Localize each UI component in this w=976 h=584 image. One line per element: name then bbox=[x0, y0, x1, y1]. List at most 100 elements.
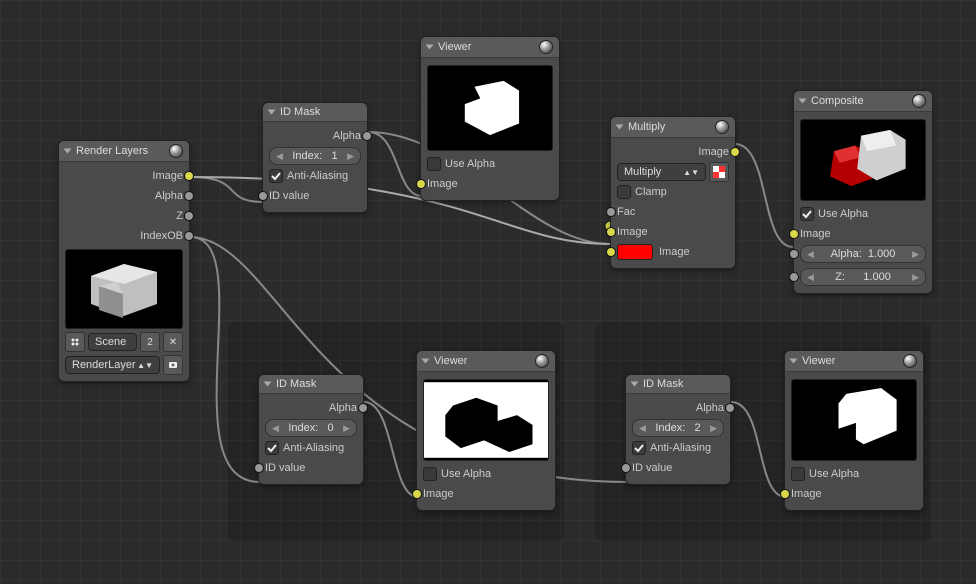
node-title: Multiply bbox=[628, 121, 709, 133]
node-title: Viewer bbox=[802, 355, 897, 367]
node-header[interactable]: Viewer bbox=[785, 351, 923, 372]
checkbox-unchecked-icon[interactable] bbox=[423, 467, 437, 481]
node-header[interactable]: ID Mask bbox=[263, 103, 367, 122]
node-header[interactable]: ID Mask bbox=[626, 375, 730, 394]
input-image1: Image bbox=[617, 222, 729, 242]
collapse-icon[interactable] bbox=[422, 359, 430, 364]
socket-in-image2[interactable] bbox=[606, 247, 616, 257]
colorramp-button[interactable] bbox=[709, 162, 729, 182]
node-viewer-2[interactable]: Viewer Use Alpha Image bbox=[784, 350, 924, 511]
input-image2: Image bbox=[617, 242, 729, 262]
socket-in-idvalue[interactable] bbox=[254, 463, 264, 473]
input-fac: Fac bbox=[617, 202, 729, 222]
preview-sphere-icon[interactable] bbox=[535, 354, 549, 368]
antialiasing-row[interactable]: Anti-Aliasing bbox=[632, 438, 724, 458]
collapse-icon[interactable] bbox=[64, 149, 72, 154]
render-preview-image bbox=[65, 249, 183, 329]
socket-in-image[interactable] bbox=[789, 229, 799, 239]
collapse-icon[interactable] bbox=[426, 45, 434, 50]
collapse-icon[interactable] bbox=[631, 382, 639, 387]
alpha-field[interactable]: ◀Alpha: 1.000▶ bbox=[800, 245, 926, 263]
renderlayer-row: RenderLayer▲▼ bbox=[65, 355, 183, 375]
clamp-row[interactable]: Clamp bbox=[617, 182, 729, 202]
scene-users[interactable]: 2 bbox=[140, 332, 160, 352]
checkbox-checked-icon[interactable] bbox=[269, 169, 283, 183]
checkbox-unchecked-icon[interactable] bbox=[791, 467, 805, 481]
collapse-icon[interactable] bbox=[799, 99, 807, 104]
socket-out-alpha[interactable] bbox=[362, 131, 372, 141]
input-idvalue: ID value bbox=[632, 458, 724, 478]
socket-in-image1[interactable] bbox=[606, 227, 616, 237]
usealpha-row[interactable]: Use Alpha bbox=[427, 154, 553, 174]
usealpha-row[interactable]: Use Alpha bbox=[423, 464, 549, 484]
socket-in-image[interactable] bbox=[416, 179, 426, 189]
socket-out-alpha[interactable] bbox=[184, 191, 194, 201]
blendmode-field[interactable]: Multiply▲▼ bbox=[617, 163, 706, 181]
index-field[interactable]: ◀Index: 1▶ bbox=[269, 147, 361, 165]
node-header[interactable]: Composite bbox=[794, 91, 932, 112]
z-field[interactable]: ◀Z: 1.000▶ bbox=[800, 268, 926, 286]
node-header[interactable]: Multiply bbox=[611, 117, 735, 138]
node-composite[interactable]: Composite Use Alpha Image ◀Alpha: 1.000▶… bbox=[793, 90, 933, 294]
output-z: Z bbox=[65, 206, 183, 226]
preview-sphere-icon[interactable] bbox=[912, 94, 926, 108]
rerender-button[interactable] bbox=[163, 355, 183, 375]
node-idmask-2[interactable]: ID Mask Alpha ◀Index: 2▶ Anti-Aliasing I… bbox=[625, 374, 731, 485]
scene-unlink-button[interactable]: ✕ bbox=[163, 332, 183, 352]
socket-in-idvalue[interactable] bbox=[258, 191, 268, 201]
socket-in-z[interactable] bbox=[789, 272, 799, 282]
output-alpha: Alpha bbox=[265, 398, 357, 418]
preview-sphere-icon[interactable] bbox=[903, 354, 917, 368]
socket-in-fac[interactable] bbox=[606, 207, 616, 217]
node-multiply[interactable]: Multiply Image Multiply▲▼ Clamp Fac Imag… bbox=[610, 116, 736, 269]
preview-sphere-icon[interactable] bbox=[539, 40, 553, 54]
checkbox-unchecked-icon[interactable] bbox=[427, 157, 441, 171]
socket-in-alpha[interactable] bbox=[789, 249, 799, 259]
renderlayer-field[interactable]: RenderLayer▲▼ bbox=[65, 356, 160, 374]
input-image: Image bbox=[800, 224, 926, 244]
node-idmask-0[interactable]: ID Mask Alpha ◀Index: 0▶ Anti-Aliasing I… bbox=[258, 374, 364, 485]
node-title: Viewer bbox=[438, 41, 533, 53]
socket-in-image[interactable] bbox=[780, 489, 790, 499]
socket-out-indexob[interactable] bbox=[184, 231, 194, 241]
node-header[interactable]: Render Layers bbox=[59, 141, 189, 162]
node-header[interactable]: Viewer bbox=[421, 37, 559, 58]
preview-sphere-icon[interactable] bbox=[169, 144, 183, 158]
index-field[interactable]: ◀Index: 0▶ bbox=[265, 419, 357, 437]
usealpha-row[interactable]: Use Alpha bbox=[800, 204, 926, 224]
socket-out-image[interactable] bbox=[730, 147, 740, 157]
node-render-layers[interactable]: Render Layers Image Alpha Z IndexOB Scen… bbox=[58, 140, 190, 382]
collapse-icon[interactable] bbox=[790, 359, 798, 364]
scene-field[interactable]: Scene bbox=[88, 333, 137, 351]
usealpha-row[interactable]: Use Alpha bbox=[791, 464, 917, 484]
input-idvalue: ID value bbox=[265, 458, 357, 478]
socket-out-alpha[interactable] bbox=[725, 403, 735, 413]
index-field[interactable]: ◀Index: 2▶ bbox=[632, 419, 724, 437]
socket-out-alpha[interactable] bbox=[358, 403, 368, 413]
node-header[interactable]: Viewer bbox=[417, 351, 555, 372]
collapse-icon[interactable] bbox=[264, 382, 272, 387]
checkbox-checked-icon[interactable] bbox=[632, 441, 646, 455]
input-idvalue: ID value bbox=[269, 186, 361, 206]
preview-sphere-icon[interactable] bbox=[715, 120, 729, 134]
socket-in-image[interactable] bbox=[412, 489, 422, 499]
checkbox-checked-icon[interactable] bbox=[265, 441, 279, 455]
node-idmask-1[interactable]: ID Mask Alpha ◀Index: 1▶ Anti-Aliasing I… bbox=[262, 102, 368, 213]
antialiasing-row[interactable]: Anti-Aliasing bbox=[265, 438, 357, 458]
node-title: ID Mask bbox=[276, 378, 357, 390]
node-header[interactable]: ID Mask bbox=[259, 375, 363, 394]
collapse-icon[interactable] bbox=[616, 125, 624, 130]
socket-out-z[interactable] bbox=[184, 211, 194, 221]
viewer-preview bbox=[791, 379, 917, 461]
scene-browse-button[interactable] bbox=[65, 332, 85, 352]
checkbox-checked-icon[interactable] bbox=[800, 207, 814, 221]
output-image: Image bbox=[617, 142, 729, 162]
collapse-icon[interactable] bbox=[268, 110, 276, 115]
color-swatch[interactable] bbox=[617, 244, 653, 260]
node-viewer-top[interactable]: Viewer Use Alpha Image bbox=[420, 36, 560, 201]
socket-out-image[interactable] bbox=[184, 171, 194, 181]
socket-in-idvalue[interactable] bbox=[621, 463, 631, 473]
antialiasing-row[interactable]: Anti-Aliasing bbox=[269, 166, 361, 186]
node-viewer-0[interactable]: Viewer Use Alpha Image bbox=[416, 350, 556, 511]
checkbox-unchecked-icon[interactable] bbox=[617, 185, 631, 199]
